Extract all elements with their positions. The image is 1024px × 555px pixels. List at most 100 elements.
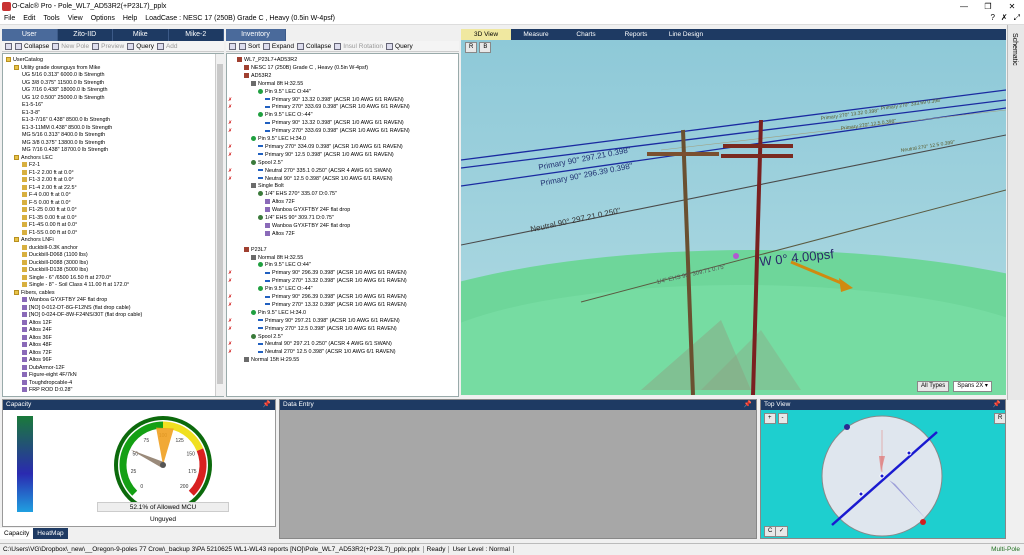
tree-item[interactable]: MG 3/8 0.375" 13800.0 lb Strength	[22, 140, 105, 147]
tree-item[interactable]: 1/4" EHS 90° 309.71 D:0.75"	[258, 215, 334, 222]
tree-item[interactable]: NESC 17 (250B) Grade C , Heavy (0.5in W-…	[244, 65, 368, 72]
tree-item[interactable]: Primary 270° 13.32 0.398" (ACSR 1/0 AWG …	[265, 278, 407, 285]
tree-item[interactable]: UG 7/16 0.438" 18000.0 lb Strength	[22, 87, 108, 94]
tree-item[interactable]: Altos 36F	[22, 335, 52, 342]
scene-3d[interactable]: W 0° 4.00psf Primary 90° 297.21 0.398" P…	[461, 40, 1006, 395]
tree-item[interactable]: Primary 90° 296.39 0.398" (ACSR 1/0 AWG …	[265, 270, 407, 277]
tree-item[interactable]: UG 5/16 0.313" 6000.0 lb Strength	[22, 72, 105, 79]
close-button[interactable]: ✕	[1000, 0, 1024, 13]
zoom-in-button[interactable]: +	[764, 413, 776, 424]
tree-item[interactable]: Primary 90° 12.5 0.398" (ACSR 1/0 AWG 6/…	[258, 152, 394, 159]
tab-inventory[interactable]: Inventory	[226, 29, 286, 41]
tree-item[interactable]: Neutral 90° 297.21 0.250" (ACSR 4 AWG 6/…	[258, 341, 392, 348]
tree-item[interactable]: F1-4 2.00 ft at 22.5°	[22, 185, 77, 192]
tree-item[interactable]: Primary 270° 12.5 0.398" (ACSR 1/0 AWG 6…	[258, 326, 397, 333]
menu-tools[interactable]: Tools	[39, 15, 63, 22]
tree-item[interactable]: Spool 2.5"	[251, 160, 283, 167]
insul-rotation-button[interactable]: Insul Rotation	[334, 42, 383, 50]
new-pole-button[interactable]: New Pole	[52, 42, 89, 50]
help-icon[interactable]: ?	[990, 13, 994, 23]
tree-item[interactable]: E1-3-8"	[22, 110, 40, 117]
tab-line-design[interactable]: Line Design	[661, 29, 711, 40]
tree-item[interactable]: F-4 0.00 ft at 0.0°	[22, 192, 71, 199]
tab-mike[interactable]: Mike	[113, 29, 169, 41]
tree-item[interactable]: Neutral 90° 12.5 0.398" (ACSR 1/0 AWG 6/…	[258, 176, 393, 183]
tab-reports[interactable]: Reports	[611, 29, 661, 40]
tree-item[interactable]: [NO] 0-012-DT-8G-F12NS (flat drop cable)	[22, 305, 131, 312]
tree-item[interactable]: F1-25 0.00 ft at 0.0°	[22, 207, 77, 214]
tab-user[interactable]: User	[2, 29, 58, 41]
tree-item[interactable]: Primary 270° 334.09 0.398" (ACSR 1/0 AWG…	[258, 144, 403, 151]
tree-item[interactable]: UserCatalog	[6, 57, 43, 64]
tree-item[interactable]: 1/4" EHS 270° 335.07 D:0.75"	[258, 191, 337, 198]
tree-item[interactable]: Normal 8ft H:32.55	[251, 255, 303, 262]
catalog-tree[interactable]: UserCatalog Utility grade downguys from M…	[2, 53, 224, 397]
tree-item[interactable]: F1-5S 0.00 ft at 0.0°	[22, 230, 77, 237]
tree-item[interactable]: Spool 2.5"	[251, 334, 283, 341]
preview-button[interactable]: Preview	[92, 42, 124, 50]
menu-file[interactable]: File	[0, 15, 19, 22]
tree-item[interactable]: Neutral 270° 335.1 0.250" (ACSR 4 AWG 6/…	[258, 168, 392, 175]
tree-item[interactable]: Altos 72F	[265, 231, 295, 238]
top-view-map[interactable]	[817, 410, 947, 538]
zoom-out-button[interactable]: -	[777, 413, 788, 424]
resize-icon[interactable]: ⤢	[1014, 13, 1020, 23]
tree-item[interactable]: Altos 72F	[265, 199, 295, 206]
schematic-side-tab[interactable]: Schematic	[1007, 25, 1024, 400]
tree-item[interactable]: DubArmor-12F	[22, 365, 65, 372]
tree-item[interactable]: Wanboa GYXFTBY 24F flat drop	[22, 297, 107, 304]
tree-item[interactable]: Anchors LNFi	[14, 237, 54, 244]
tree-item[interactable]: Anchors LEC	[14, 155, 53, 162]
tree-item[interactable]: Altos 48F	[22, 342, 52, 349]
tree-item[interactable]: UG 1/2 0.500" 25000.0 lb Strength	[22, 95, 105, 102]
tree-item[interactable]: Figure-eight 4F/7kN	[22, 372, 77, 379]
tree-item[interactable]: E1-3-11MM 0.438" 8500.0 lb Strength	[22, 125, 112, 132]
tab-heatmap[interactable]: HeatMap	[33, 528, 68, 539]
tree-item[interactable]: WL7_P23L7+AD53R2	[237, 57, 297, 64]
tree-item[interactable]: MG 5/16 0.313" 8400.0 lb Strength	[22, 132, 105, 139]
topview-r-button[interactable]: R	[994, 413, 1007, 424]
tab-capacity[interactable]: Capacity	[0, 528, 34, 539]
tree-item[interactable]: F2-1	[22, 162, 40, 169]
tree-item[interactable]: Duckbill-D088 (3000 lbs)	[22, 260, 88, 267]
tree-item[interactable]: F1-35 0.00 ft at 0.0°	[22, 215, 77, 222]
tree-item[interactable]: Primary 90° 297.21 0.398" (ACSR 1/0 AWG …	[258, 318, 400, 325]
tree-item[interactable]: E1-5-16"	[22, 102, 43, 109]
tree-item[interactable]: Duckbill-D138 (5000 lbs)	[22, 267, 88, 274]
tree-item[interactable]: Primary 270° 333.69 0.398" (ACSR 1/0 AWG…	[265, 104, 410, 111]
tree-item[interactable]: Pin 9.5" LEC O:44"	[258, 89, 311, 96]
tree-item[interactable]: Pin 9.5" LEC H:34.0	[251, 310, 306, 317]
tree-item[interactable]: MG 7/16 0.438" 18700.0 lb Strength	[22, 147, 108, 154]
tree-item[interactable]: Primary 90° 296.39 0.398" (ACSR 1/0 AWG …	[265, 294, 407, 301]
tree-item[interactable]: Pin 9.5" LEC O:-44"	[258, 112, 313, 119]
sort-button[interactable]: Sort	[239, 42, 260, 50]
pin-icon[interactable]: 📌	[744, 400, 752, 410]
tree-item[interactable]: F1-4S 0.00 ft at 0.0°	[22, 222, 77, 229]
tab-charts[interactable]: Charts	[561, 29, 611, 40]
tree-item[interactable]: Wanboa GYXFTBY 24F flat drop	[265, 223, 350, 230]
collapse-button[interactable]: Collapse	[296, 42, 331, 50]
inventory-tree[interactable]: WL7_P23L7+AD53R2 NESC 17 (250B) Grade C ,…	[226, 53, 459, 397]
tree-item[interactable]: Neutral 270° 12.5 0.398" (ACSR 1/0 AWG 6…	[258, 349, 396, 356]
tree-item[interactable]: Altos 12F	[22, 320, 52, 327]
pin-icon[interactable]	[229, 42, 236, 50]
tree-item[interactable]: AD53R2	[244, 73, 271, 80]
tab-zito-iid[interactable]: Zito-IID	[57, 29, 113, 41]
menu-options[interactable]: Options	[87, 15, 119, 22]
close-icon[interactable]: ✗	[1001, 13, 1008, 23]
tree-item[interactable]: F-5 0.00 ft at 0.0°	[22, 200, 71, 207]
topview-check-button[interactable]: ✓	[775, 526, 789, 537]
query-button[interactable]: Query	[386, 42, 413, 50]
tree-item[interactable]: Pin 9.5" LEC O:-44"	[258, 286, 313, 293]
spans-select[interactable]: Spans 2X ▾	[953, 381, 992, 392]
tree-item[interactable]: [NO] 0-024-DF-8W-F24NS/30T (flat drop ca…	[22, 312, 142, 319]
tree-item[interactable]: Utility grade downguys from Mike	[14, 65, 100, 72]
add-button[interactable]: Add	[156, 42, 178, 50]
tree-item[interactable]: Fibers, cables	[14, 290, 55, 297]
tree-item[interactable]: P23L7	[244, 247, 267, 254]
view-b-button[interactable]: B	[479, 42, 492, 53]
tree-item[interactable]: E1-3-7/16" 0.438" 8500.0 lb Strength	[22, 117, 110, 124]
tab-measure[interactable]: Measure	[511, 29, 561, 40]
tree-item[interactable]: F1-3 2.00 ft at 0.0°	[22, 177, 74, 184]
loadcase-label[interactable]: LoadCase : NESC 17 (250B) Grade C , Heav…	[141, 15, 339, 22]
